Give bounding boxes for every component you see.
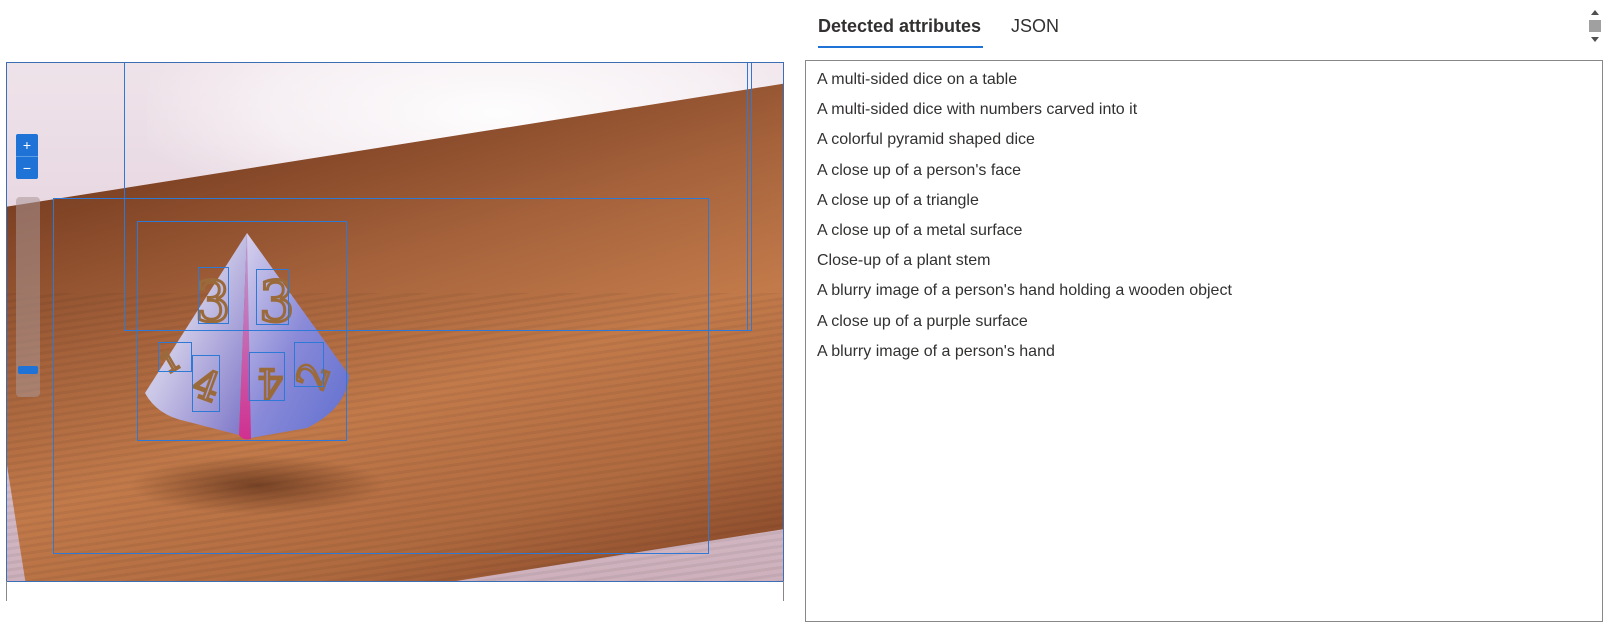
scroll-down-arrow-icon[interactable] <box>1591 37 1599 42</box>
detection-box[interactable] <box>192 355 220 412</box>
attribute-item: A multi-sided dice on a table <box>817 71 1018 88</box>
attribute-item: A blurry image of a person's hand <box>817 342 1055 360</box>
detected-attributes-panel: A multi-sided dice on a table A multi-sid… <box>805 60 1603 622</box>
zoom-slider-thumb[interactable] <box>18 365 38 374</box>
tab-detected-attributes[interactable]: Detected attributes <box>818 12 984 48</box>
zoom-slider[interactable] <box>16 197 40 397</box>
attribute-item: A blurry image of a person's hand holdin… <box>817 282 1232 300</box>
detection-box[interactable] <box>747 63 777 331</box>
attribute-item: A close up of a metal surface <box>817 222 1023 240</box>
attribute-item: A colorful pyramid shaped dice <box>817 131 1035 149</box>
viewer-footer <box>6 581 784 601</box>
zoom-out-label: − <box>22 160 32 176</box>
zoom-out-button[interactable]: − <box>16 156 38 179</box>
image-viewer[interactable]: 3 3 1 4 4 2 + − <box>6 62 784 582</box>
detection-box[interactable] <box>158 342 192 372</box>
tab-json[interactable]: JSON <box>1011 12 1059 48</box>
attribute-item: A close up of a person's face <box>817 161 1022 179</box>
zoom-in-button[interactable]: + <box>16 134 38 156</box>
detection-box[interactable] <box>294 342 324 387</box>
zoom-in-label: + <box>22 137 32 153</box>
result-tabs: Detected attributes JSON <box>818 12 1059 48</box>
detection-box[interactable] <box>137 221 347 441</box>
scroll-thumb[interactable] <box>1589 20 1601 32</box>
attribute-item: A multi-sided dice with numbers carved i… <box>817 101 1138 119</box>
page-scrollbar[interactable] <box>1588 4 1602 48</box>
scroll-up-arrow-icon[interactable] <box>1591 10 1599 15</box>
attribute-list: A multi-sided dice on a table A multi-sid… <box>806 61 1602 367</box>
detection-box[interactable] <box>256 269 289 325</box>
detection-box[interactable] <box>249 352 285 401</box>
attribute-item: A close up of a purple surface <box>817 312 1028 330</box>
attribute-item: Close-up of a plant stem <box>817 252 991 270</box>
attribute-item: A close up of a triangle <box>817 191 979 209</box>
detection-box[interactable] <box>198 267 229 324</box>
